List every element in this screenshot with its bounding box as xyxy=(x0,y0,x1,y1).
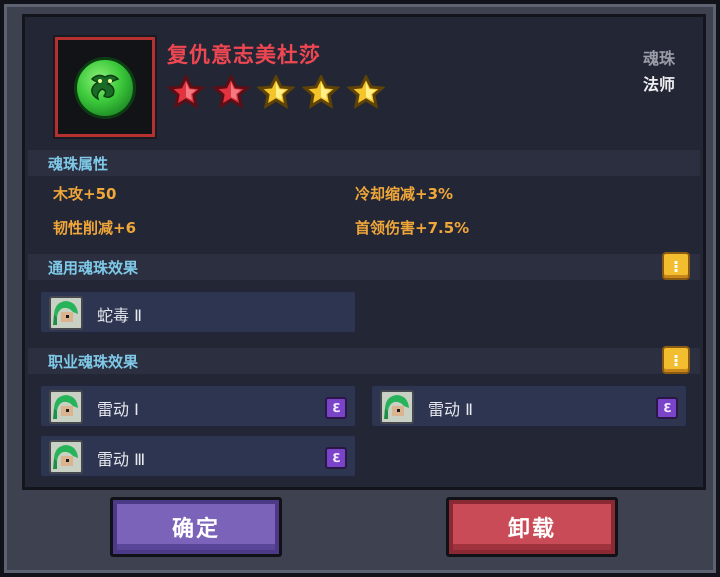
medusa-portrait-icon xyxy=(380,390,414,424)
attributes-section-title: 魂珠属性 xyxy=(48,155,109,173)
item-icon-frame xyxy=(55,37,155,137)
medusa-orb-icon xyxy=(74,57,136,119)
attributes-section-header: 魂珠属性 xyxy=(28,150,700,176)
star-icon xyxy=(257,75,295,109)
unload-button[interactable]: 卸载 xyxy=(446,497,618,557)
star-icon xyxy=(212,75,250,109)
star-rating xyxy=(167,75,385,109)
mage-class-icon: ℇ xyxy=(325,397,347,419)
general-effects-section-title: 通用魂珠效果 xyxy=(48,259,139,277)
medusa-portrait-icon xyxy=(49,296,83,330)
medusa-portrait-icon xyxy=(49,440,83,474)
star-icon xyxy=(347,75,385,109)
general-effects-section-header: 通用魂珠效果 xyxy=(28,254,700,280)
confirm-button[interactable]: 确定 xyxy=(110,497,282,557)
dialog-content: 复仇意志美杜莎 魂珠 法师 魂珠属性 木攻+50 冷却缩减+3% 韧性削减+6 … xyxy=(22,14,706,490)
mage-class-icon: ℇ xyxy=(656,397,678,419)
effect-name: 蛇毒 Ⅱ xyxy=(97,306,142,325)
class-effects-section-header: 职业魂珠效果 xyxy=(28,348,700,374)
star-icon xyxy=(167,75,205,109)
attribute-cooldown: 冷却缩减+3% xyxy=(355,185,454,203)
item-class-label: 法师 xyxy=(642,75,675,94)
attribute-toughness: 韧性削减+6 xyxy=(53,219,137,237)
general-effect-snake-venom[interactable]: 蛇毒 Ⅱ xyxy=(39,290,357,334)
general-effects-info-icon[interactable]: ⁝ xyxy=(662,252,690,280)
item-type-label: 魂珠 xyxy=(642,49,675,68)
attribute-wood-attack: 木攻+50 xyxy=(53,185,117,203)
class-effect-thunder-2[interactable]: 雷动 Ⅱ ℇ xyxy=(370,384,688,428)
item-name: 复仇意志美杜莎 xyxy=(167,43,321,67)
mage-class-icon: ℇ xyxy=(325,447,347,469)
effect-name: 雷动 Ⅲ xyxy=(97,450,146,469)
attribute-boss-damage: 首领伤害+7.5% xyxy=(355,219,470,237)
effect-name: 雷动 Ⅰ xyxy=(97,400,139,419)
class-effect-thunder-3[interactable]: 雷动 Ⅲ ℇ xyxy=(39,434,357,478)
class-effects-section-title: 职业魂珠效果 xyxy=(48,353,139,371)
effect-name: 雷动 Ⅱ xyxy=(428,400,473,419)
class-effects-info-icon[interactable]: ⁝ xyxy=(662,346,690,374)
medusa-portrait-icon xyxy=(49,390,83,424)
class-effect-thunder-1[interactable]: 雷动 Ⅰ ℇ xyxy=(39,384,357,428)
star-icon xyxy=(302,75,340,109)
